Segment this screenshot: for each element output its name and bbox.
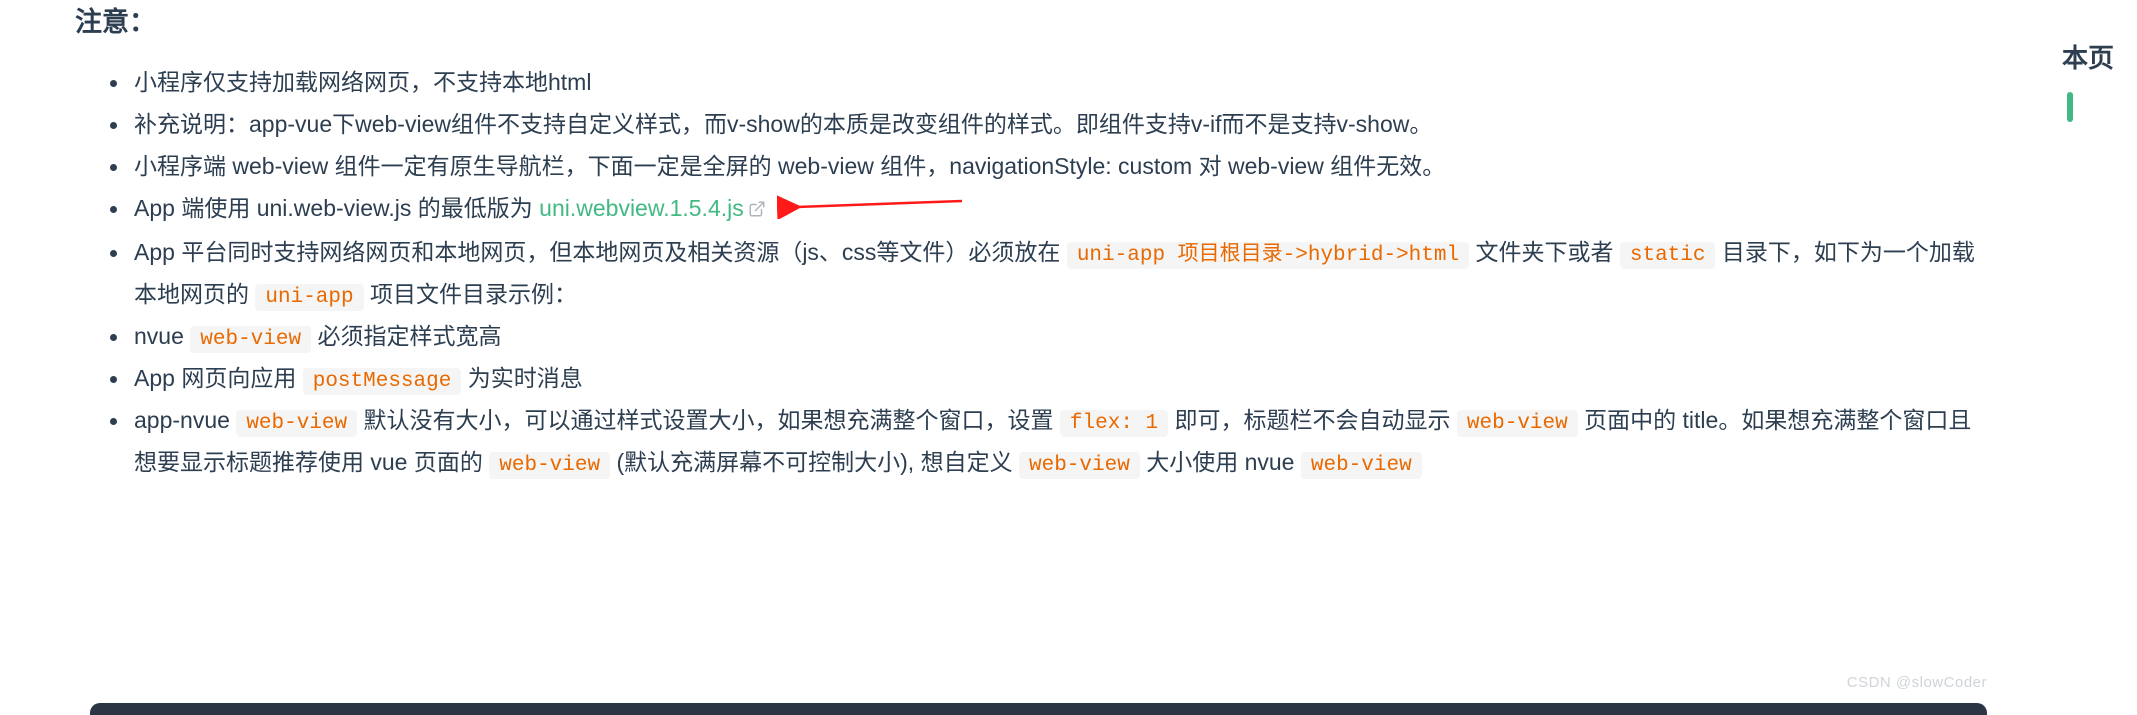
code-webview: web-view — [1019, 452, 1140, 479]
code-uniapp: uni-app — [255, 284, 363, 311]
text: 项目文件目录示例： — [364, 281, 577, 307]
list-item: App 平台同时支持网络网页和本地网页，但本地网页及相关资源（js、css等文件… — [130, 231, 1987, 315]
doc-content: 注意： 小程序仅支持加载网络网页，不支持本地html 补充说明：app-vue下… — [75, 0, 1987, 483]
uni-webview-link[interactable]: uni.webview.1.5.4.js — [539, 195, 766, 221]
toc-heading: 本页 — [2062, 38, 2114, 75]
code-webview: web-view — [1457, 410, 1578, 437]
code-path: uni-app 项目根目录->hybrid->html — [1067, 242, 1469, 269]
notes-list: 小程序仅支持加载网络网页，不支持本地html 补充说明：app-vue下web-… — [75, 61, 1987, 483]
text: (默认充满屏幕不可控制大小), 想自定义 — [610, 449, 1019, 475]
list-item: App 端使用 uni.web-view.js 的最低版为 uni.webvie… — [130, 187, 1987, 231]
section-heading: 注意： — [75, 0, 1987, 39]
text: 必须指定样式宽高 — [311, 323, 501, 349]
list-item: nvue web-view 必须指定样式宽高 — [130, 315, 1987, 357]
list-item: app-nvue web-view 默认没有大小，可以通过样式设置大小，如果想充… — [130, 399, 1987, 483]
text: 补充说明：app-vue下web-view组件不支持自定义样式，而v-show的… — [134, 111, 1432, 137]
text: 为实时消息 — [461, 365, 582, 391]
toc-active-indicator — [2067, 92, 2073, 122]
code-postmessage: postMessage — [303, 368, 462, 395]
text: App 端使用 uni.web-view.js 的最低版为 — [134, 195, 539, 221]
list-item: 补充说明：app-vue下web-view组件不支持自定义样式，而v-show的… — [130, 103, 1987, 145]
text: app-nvue — [134, 407, 236, 433]
code-webview: web-view — [1301, 452, 1422, 479]
list-item: 小程序仅支持加载网络网页，不支持本地html — [130, 61, 1987, 103]
page-root: 注意： 小程序仅支持加载网络网页，不支持本地html 补充说明：app-vue下… — [0, 0, 2137, 715]
code-webview: web-view — [190, 326, 311, 353]
text: App 平台同时支持网络网页和本地网页，但本地网页及相关资源（js、css等文件… — [134, 239, 1067, 265]
code-webview: web-view — [489, 452, 610, 479]
right-sidebar-fragment: 本页 — [2047, 0, 2137, 715]
text: 小程序端 web-view 组件一定有原生导航栏，下面一定是全屏的 web-vi… — [134, 153, 1445, 179]
code-block-top — [90, 703, 1987, 715]
external-link-icon — [748, 189, 766, 231]
text: 文件夹下或者 — [1469, 239, 1620, 265]
code-flex1: flex: 1 — [1060, 410, 1168, 437]
text: 大小使用 nvue — [1140, 449, 1301, 475]
text: 默认没有大小，可以通过样式设置大小，如果想充满整个窗口，设置 — [357, 407, 1060, 433]
list-item: 小程序端 web-view 组件一定有原生导航栏，下面一定是全屏的 web-vi… — [130, 145, 1987, 187]
text: 即可，标题栏不会自动显示 — [1168, 407, 1457, 433]
text: nvue — [134, 323, 190, 349]
text: 小程序仅支持加载网络网页，不支持本地html — [134, 69, 591, 95]
code-static: static — [1620, 242, 1716, 269]
code-webview: web-view — [236, 410, 357, 437]
watermark-text: CSDN @slowCoder — [1847, 674, 1987, 691]
list-item: App 网页向应用 postMessage 为实时消息 — [130, 357, 1987, 399]
text: App 网页向应用 — [134, 365, 303, 391]
